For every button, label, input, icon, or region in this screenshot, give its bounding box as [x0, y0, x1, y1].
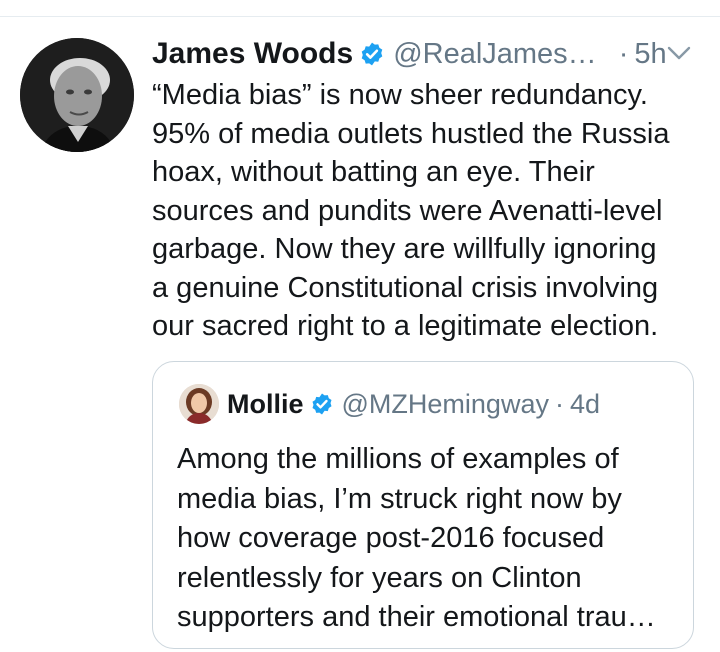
quoted-author-name[interactable]: Mollie [227, 389, 304, 420]
verified-badge-icon [359, 41, 385, 67]
tweet-timestamp[interactable]: 5h [634, 38, 666, 71]
quoted-author-avatar[interactable] [179, 384, 219, 424]
author-name[interactable]: James Woods [152, 37, 353, 71]
header-separator: · [618, 37, 629, 70]
quoted-author-handle[interactable]: @MZHemingway [342, 389, 549, 420]
quoted-tweet-text: Among the millions of examples of media … [177, 440, 677, 638]
tweet-text-line: “Media bias” is now sheer redundancy. [152, 79, 648, 111]
quoted-tweet-timestamp[interactable]: 4d [570, 389, 600, 420]
tweet-text-line: our sacred right to a legitimate electio… [152, 310, 659, 342]
chevron-down-icon[interactable] [665, 42, 693, 64]
quoted-text-line: how coverage post-2016 focused [177, 522, 605, 554]
quoted-tweet-card[interactable]: Mollie @MZHemingway · 4d Among the milli… [152, 361, 694, 649]
quoted-text-line: relentlessly for years on Clinton [177, 561, 582, 594]
tweet-text-line: garbage. Now they are willfully ignoring [152, 233, 657, 265]
tweet-text-line: 95% of media outlets hustled the Russia [152, 117, 670, 150]
author-handle[interactable]: @RealJames… [393, 38, 597, 71]
verified-badge-icon [310, 392, 334, 416]
quoted-header-separator: · [554, 388, 564, 419]
tweet-text-line: hoax, without batting an eye. Their [152, 156, 595, 188]
tweet-view: James Woods @RealJames… · 5h “Media bias… [0, 0, 720, 652]
quoted-tweet-header: Mollie @MZHemingway · 4d [227, 384, 600, 424]
author-avatar[interactable] [20, 38, 134, 152]
tweet-text-line: sources and pundits were Avenatti-level [152, 194, 663, 227]
quoted-text-line: media bias, I’m struck right now by [177, 482, 622, 515]
tweet-text-line: a genuine Constitutional crisis involvin… [152, 271, 659, 304]
top-divider [0, 16, 720, 17]
tweet-text: “Media bias” is now sheer redundancy. 95… [152, 76, 712, 346]
author-avatar-image [20, 38, 134, 152]
tweet-header: James Woods @RealJames… · 5h [152, 34, 667, 74]
quoted-text-line: supporters and their emotional trau… [177, 601, 656, 633]
quoted-text-line: Among the millions of examples of [177, 443, 619, 475]
